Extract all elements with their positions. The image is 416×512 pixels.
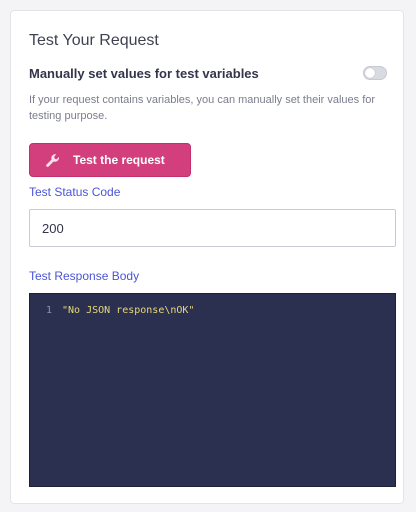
manual-values-toggle-label: Manually set values for test variables xyxy=(29,66,259,81)
test-request-button[interactable]: Test the request xyxy=(29,143,191,177)
wrench-icon xyxy=(46,154,59,167)
toggle-knob xyxy=(365,68,375,78)
response-body-label: Test Response Body xyxy=(29,269,140,283)
line-number: 1 xyxy=(46,305,53,316)
panel-title: Test Your Request xyxy=(29,32,159,49)
help-text: If your request contains variables, you … xyxy=(29,94,376,122)
test-request-button-label: Test the request xyxy=(73,153,165,167)
response-body-editor[interactable]: 1 "No JSON response\nOK" xyxy=(29,293,396,487)
test-request-panel: Test Your Request Manually set values fo… xyxy=(10,10,404,504)
code-line: "No JSON response\nOK" xyxy=(62,305,195,316)
status-code-input[interactable] xyxy=(29,209,396,247)
manual-values-toggle[interactable] xyxy=(363,66,387,80)
status-code-label: Test Status Code xyxy=(29,185,121,199)
